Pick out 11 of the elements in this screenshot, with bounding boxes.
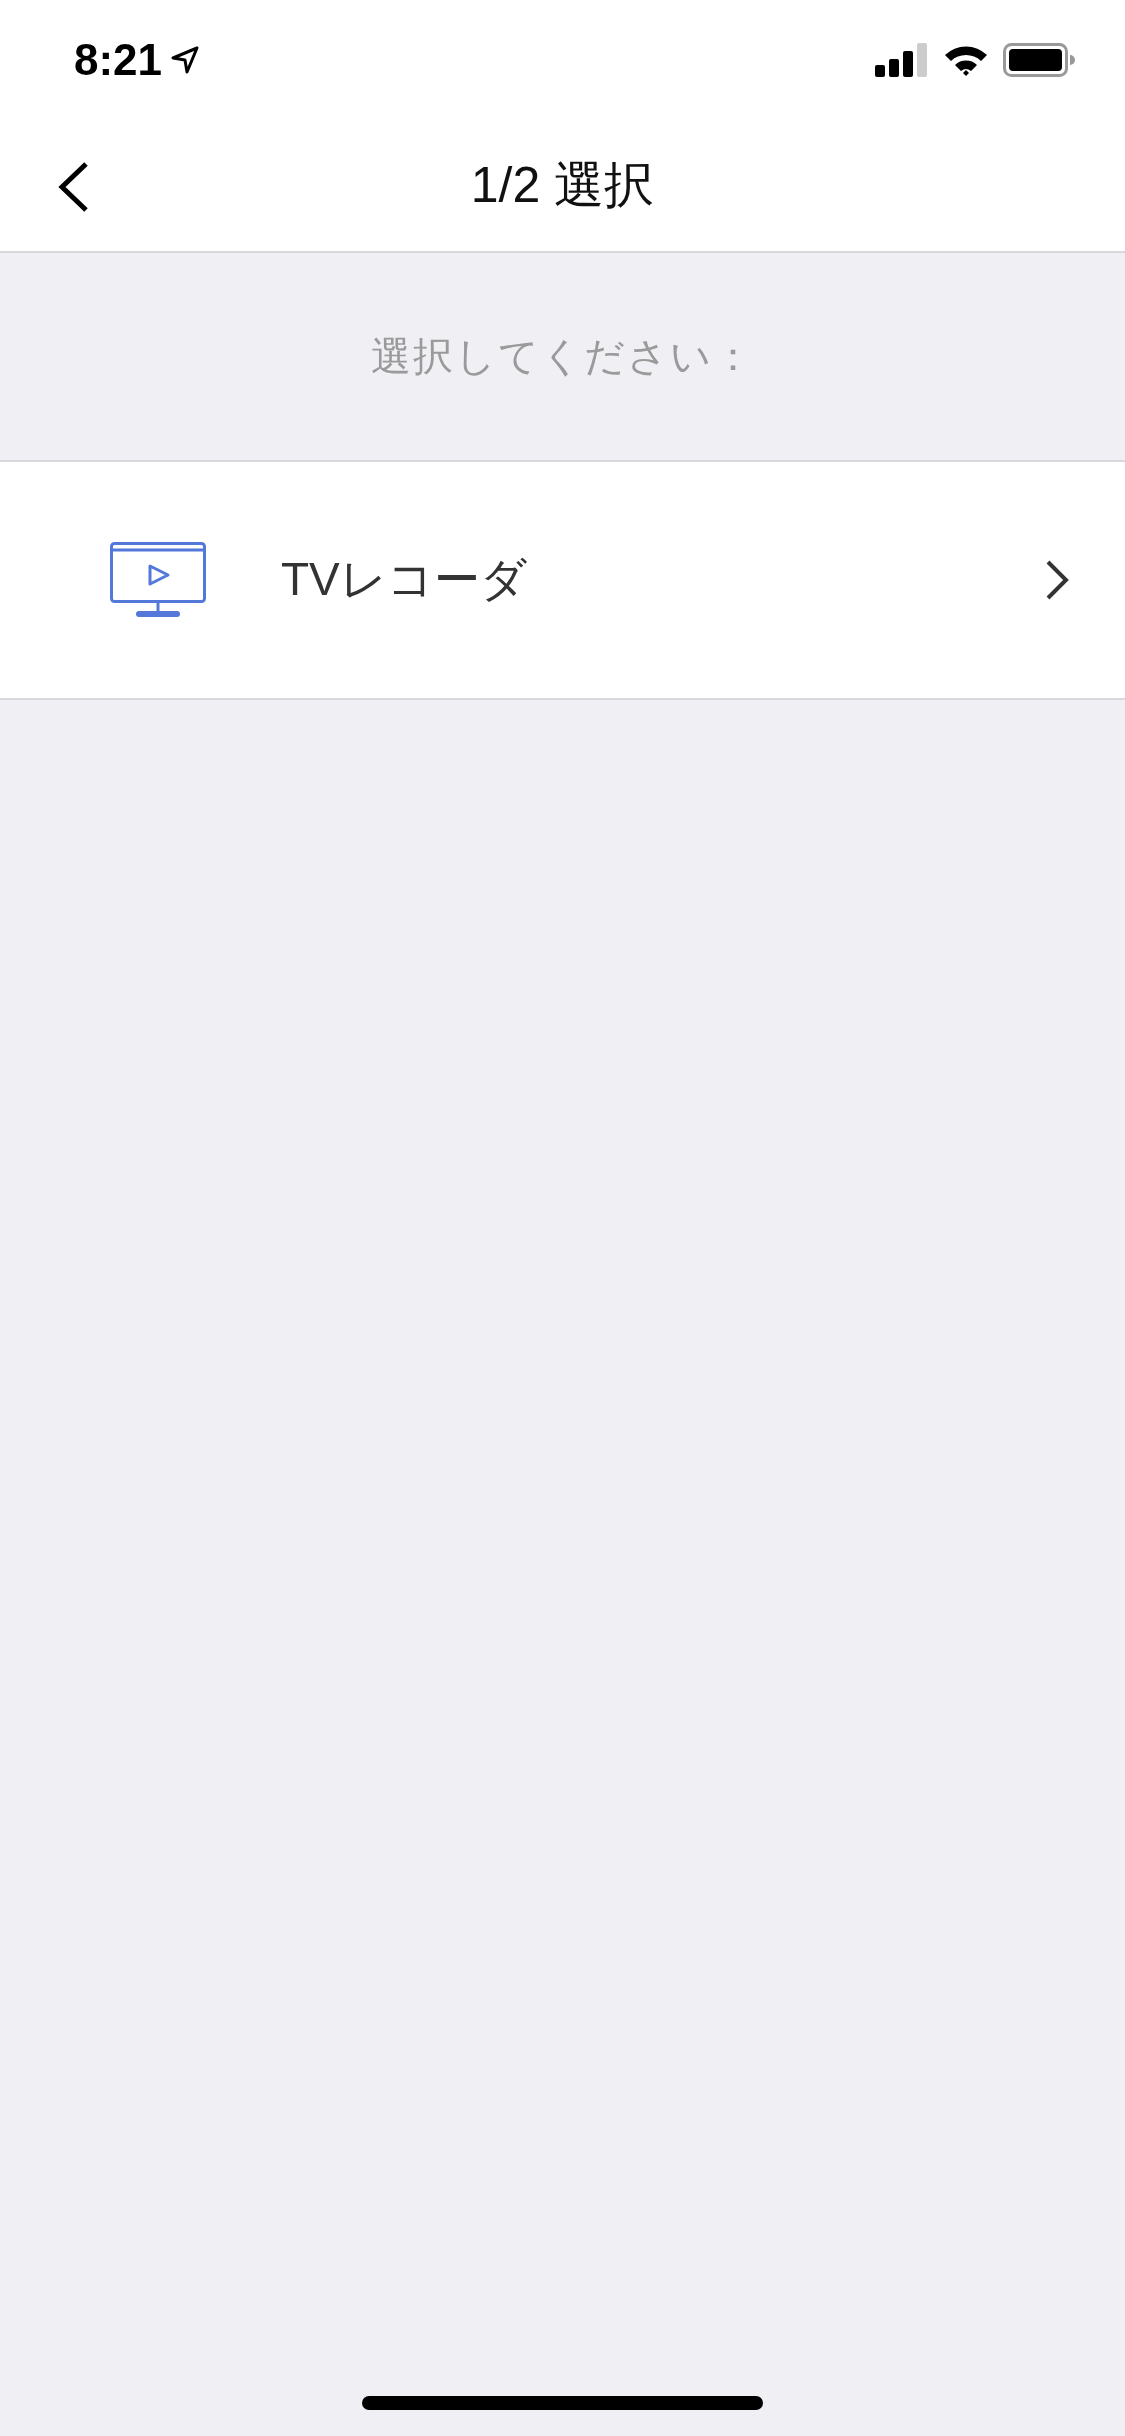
device-list-item[interactable]: TVレコーダ xyxy=(0,462,1125,700)
chevron-right-icon xyxy=(1045,559,1069,601)
status-time: 8:21 xyxy=(74,35,163,85)
monitor-icon xyxy=(110,542,206,618)
page-title: 1/2 選択 xyxy=(470,156,655,215)
wifi-icon xyxy=(943,43,989,77)
signal-icon xyxy=(875,43,929,77)
prompt-text: 選択してください： xyxy=(370,333,755,380)
item-label: TVレコーダ xyxy=(281,552,528,607)
location-arrow-icon xyxy=(170,45,201,75)
battery-icon xyxy=(1003,43,1075,77)
